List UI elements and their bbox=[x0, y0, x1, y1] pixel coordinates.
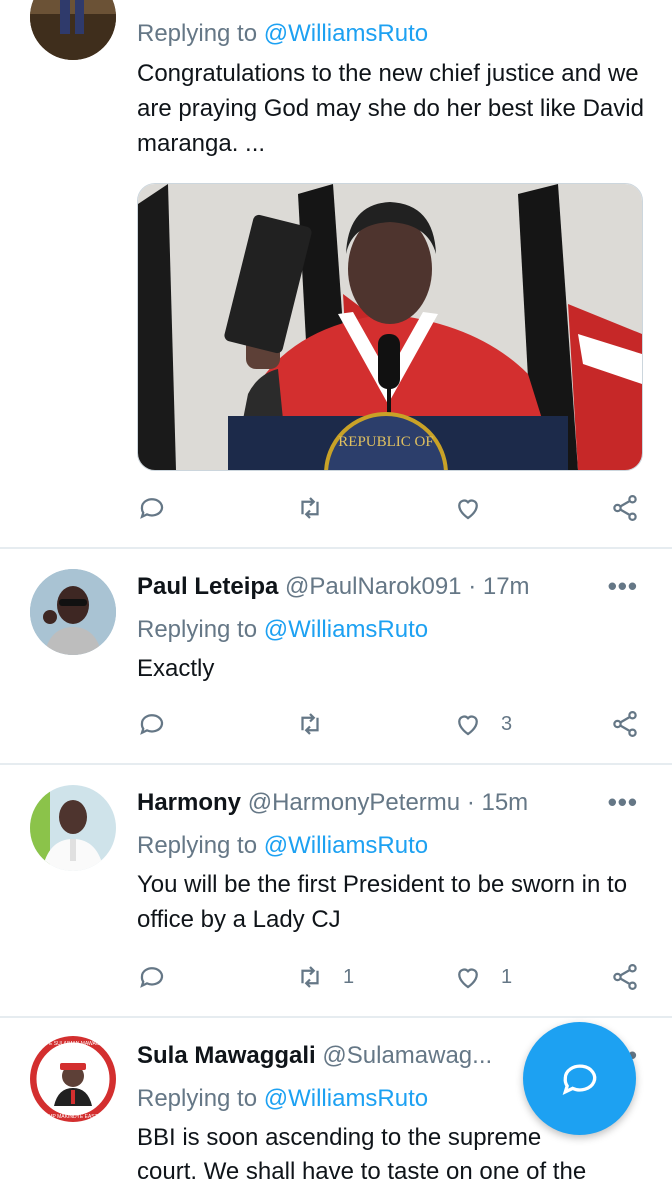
tweet-1[interactable]: Replying to @WilliamsRuto Congratulation… bbox=[0, 0, 672, 548]
tweet-3[interactable]: Harmony @HarmonyPetermu · 15m ••• Replyi… bbox=[0, 765, 672, 1017]
reply-icon bbox=[140, 967, 164, 988]
replying-to: Replying to @WilliamsRuto bbox=[137, 616, 428, 644]
share-icon bbox=[613, 495, 637, 521]
display-name[interactable]: Paul Leteipa bbox=[137, 573, 278, 600]
like-icon bbox=[458, 715, 478, 736]
replying-to: Replying to @WilliamsRuto bbox=[137, 1085, 428, 1113]
avatar-image bbox=[30, 569, 116, 655]
share-icon bbox=[613, 711, 637, 737]
share-button[interactable] bbox=[610, 490, 640, 526]
replying-to: Replying to @WilliamsRuto bbox=[137, 20, 428, 48]
like-button[interactable]: 1 bbox=[453, 959, 512, 995]
mention-link[interactable]: @WilliamsRuto bbox=[264, 20, 428, 47]
avatar[interactable] bbox=[30, 785, 116, 871]
like-button[interactable] bbox=[453, 490, 483, 526]
tweet-header: Harmony @HarmonyPetermu · 15m bbox=[137, 789, 528, 817]
handle[interactable]: @Sulamawag... bbox=[322, 1042, 492, 1069]
more-icon[interactable]: ••• bbox=[608, 571, 638, 602]
badge-sub-text: MP MAKINDYE EAST bbox=[48, 1114, 97, 1120]
mention-link[interactable]: @WilliamsRuto bbox=[264, 832, 428, 859]
avatar-image bbox=[30, 0, 116, 60]
replying-label: Replying to bbox=[137, 832, 258, 859]
timestamp[interactable]: · 17m bbox=[468, 573, 529, 600]
like-count: 1 bbox=[501, 965, 513, 988]
replying-label: Replying to bbox=[137, 1085, 258, 1112]
share-icon bbox=[613, 964, 637, 990]
like-icon bbox=[458, 499, 478, 520]
handle[interactable]: @HarmonyPetermu bbox=[248, 789, 460, 816]
avatar[interactable] bbox=[30, 569, 116, 655]
campaign-badge-avatar: KAMPE SULAIMAN MAWAGGALI MP MAKINDYE EAS… bbox=[30, 1036, 116, 1122]
share-button[interactable] bbox=[610, 706, 640, 742]
share-button[interactable] bbox=[610, 959, 640, 995]
replying-label: Replying to bbox=[137, 20, 258, 47]
reply-button[interactable] bbox=[137, 490, 167, 526]
reply-icon bbox=[140, 714, 164, 735]
more-icon[interactable]: ••• bbox=[608, 787, 638, 818]
retweet-count: 1 bbox=[343, 965, 355, 988]
retweet-button[interactable] bbox=[295, 490, 325, 526]
tweet-actions bbox=[137, 490, 647, 526]
replying-label: Replying to bbox=[137, 616, 258, 643]
tweet-text: Exactly bbox=[137, 655, 215, 682]
replying-to: Replying to @WilliamsRuto bbox=[137, 832, 428, 860]
like-icon bbox=[458, 968, 478, 989]
mention-link[interactable]: @WilliamsRuto bbox=[264, 1085, 428, 1112]
handle[interactable]: @PaulNarok091 bbox=[285, 573, 461, 600]
swearing-in-photo: REPUBLIC OF bbox=[138, 184, 642, 470]
tweet-image[interactable]: REPUBLIC OF bbox=[137, 183, 643, 471]
tweet-actions: 1 1 bbox=[137, 959, 647, 995]
tweet-text: You will be the first President to be sw… bbox=[137, 871, 628, 933]
display-name[interactable]: Harmony bbox=[137, 789, 241, 816]
retweet-icon bbox=[301, 966, 319, 988]
retweet-button[interactable]: 1 bbox=[295, 959, 354, 995]
tweet-header: Paul Leteipa @PaulNarok091 · 17m bbox=[137, 573, 530, 601]
podium-seal-text: REPUBLIC OF bbox=[338, 434, 433, 450]
reply-button[interactable] bbox=[137, 959, 185, 995]
tweet-2[interactable]: Paul Leteipa @PaulNarok091 · 17m ••• Rep… bbox=[0, 549, 672, 764]
avatar[interactable]: KAMPE SULAIMAN MAWAGGALI MP MAKINDYE EAS… bbox=[30, 1036, 116, 1122]
compose-reply-button[interactable] bbox=[523, 1022, 636, 1135]
reply-icon bbox=[140, 498, 164, 519]
badge-text: KAMPE SULAIMAN MAWAGGALI bbox=[35, 1041, 111, 1047]
retweet-button[interactable] bbox=[295, 706, 343, 742]
avatar[interactable] bbox=[30, 0, 116, 60]
avatar-image bbox=[30, 785, 116, 871]
tweet-text: Congratulations to the new chief justice… bbox=[137, 60, 644, 157]
tweet-header: Sula Mawaggali @Sulamawag... bbox=[137, 1042, 492, 1070]
reply-button[interactable] bbox=[137, 706, 185, 742]
retweet-icon bbox=[301, 497, 319, 519]
mention-link[interactable]: @WilliamsRuto bbox=[264, 616, 428, 643]
tweet-text-continued: court. We shall have to taste on one of … bbox=[137, 1158, 587, 1185]
display-name[interactable]: Sula Mawaggali bbox=[137, 1042, 316, 1069]
like-button[interactable]: 3 bbox=[453, 706, 512, 742]
timestamp[interactable]: · 15m bbox=[467, 789, 528, 816]
like-count: 3 bbox=[501, 712, 513, 735]
retweet-icon bbox=[301, 713, 319, 735]
tweet-actions: 3 bbox=[137, 706, 647, 742]
compose-reply-icon bbox=[562, 1064, 596, 1095]
